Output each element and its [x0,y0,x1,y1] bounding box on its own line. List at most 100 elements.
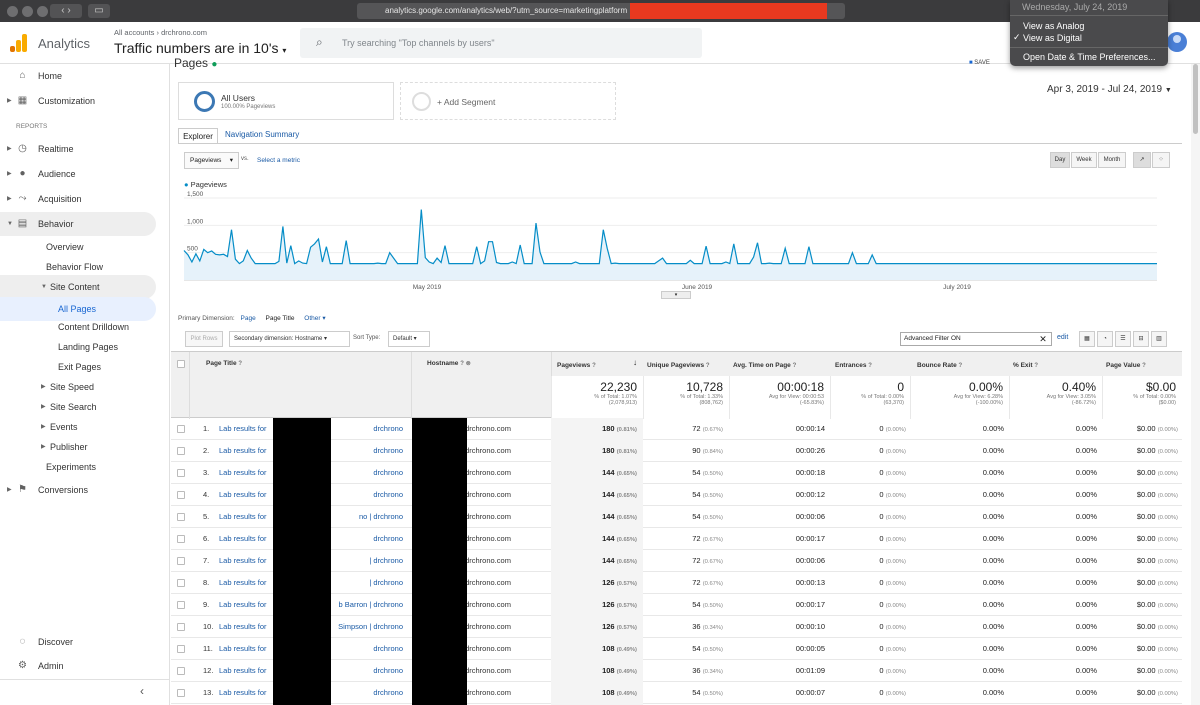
pie-view-icon[interactable]: ◔ [1097,331,1113,347]
header-page-title[interactable]: Page Title ? [206,358,242,370]
row-checkbox[interactable] [177,689,185,697]
page-title-suffix[interactable]: drchrono [373,440,403,462]
back-forward-buttons[interactable]: ‹ › [50,4,82,18]
sort-desc-icon[interactable]: ↓ [633,358,637,367]
row-checkbox[interactable] [177,557,185,565]
row-checkbox[interactable] [177,469,185,477]
comparison-view-icon[interactable]: ⊟ [1133,331,1149,347]
sidebar-item-site-content[interactable]: ▼ Site Content [0,275,156,299]
day-button[interactable]: Day [1050,152,1070,168]
select-metric-link[interactable]: Select a metric [257,157,300,164]
sidebar-item-customization[interactable]: ▶ ▦ Customization [0,89,170,113]
page-title-suffix[interactable]: drchrono [373,682,403,704]
sidebar-item-discover[interactable]: ◌ Discover [0,630,170,654]
page-title-link[interactable]: Lab results for [219,550,267,572]
sidebar-item-acquisition[interactable]: ▶ ⤳ Acquisition [0,187,170,211]
row-checkbox[interactable] [177,645,185,653]
search-box[interactable]: ⌕ Try searching "Top channels by users" [300,28,702,58]
motion-chart-icon[interactable]: ⁘ [1152,152,1170,168]
page-title-link[interactable]: Lab results for [219,660,267,682]
menu-item-analog[interactable]: View as Analog [1023,21,1084,31]
tab-explorer[interactable]: Explorer [178,128,218,144]
page-title-suffix[interactable]: no | drchrono [359,506,403,528]
header-unique-pageviews[interactable]: Unique Pageviews ? [647,360,710,372]
page-title-link[interactable]: Lab results for [219,418,267,440]
filter-input[interactable]: Advanced Filter ON [900,332,1052,346]
row-checkbox[interactable] [177,447,185,455]
header-hostname[interactable]: Hostname ? ⊗ [427,358,471,370]
date-range-picker[interactable]: Apr 3, 2019 - Jul 24, 2019 ▼ [1047,84,1172,95]
dimension-page-title[interactable]: Page Title [266,315,295,322]
performance-view-icon[interactable]: ☰ [1115,331,1131,347]
page-title-suffix[interactable]: | drchrono [369,572,403,594]
month-button[interactable]: Month [1098,152,1126,168]
row-checkbox[interactable] [177,535,185,543]
table-view-icon[interactable]: ▦ [1079,331,1095,347]
add-segment-button[interactable]: + Add Segment [400,82,616,120]
row-checkbox[interactable] [177,623,185,631]
page-title-link[interactable]: Lab results for [219,616,267,638]
metric-dropdown[interactable]: Pageviews ▾ [184,152,239,169]
header-bounce-rate[interactable]: Bounce Rate ? [917,360,962,372]
page-title-link[interactable]: Lab results for [219,484,267,506]
page-title-suffix[interactable]: drchrono [373,418,403,440]
week-button[interactable]: Week [1071,152,1097,168]
row-checkbox[interactable] [177,579,185,587]
sidebar-item-experiments[interactable]: Experiments [0,455,170,479]
search-input[interactable]: Try searching "Top channels by users" [342,38,495,48]
chart-collapse-handle[interactable]: ▾ [661,291,691,299]
sidebar-item-conversions[interactable]: ▶ ⚑ Conversions [0,478,170,502]
dimension-page[interactable]: Page [241,315,256,322]
page-title-link[interactable]: Lab results for [219,506,267,528]
sidebar-item-behavior[interactable]: ▼ ▤ Behavior [0,212,156,236]
header-avg-time[interactable]: Avg. Time on Page ? [733,360,796,372]
page-title-suffix[interactable]: b Barron | drchrono [339,594,403,616]
sidebar-toggle-icon[interactable]: ▭ [88,4,110,18]
row-checkbox[interactable] [177,425,185,433]
scrollbar-thumb[interactable] [1193,64,1198,134]
vertical-scrollbar[interactable] [1191,64,1200,705]
header-exit[interactable]: % Exit ? [1013,360,1038,372]
menu-item-datetime-prefs[interactable]: Open Date & Time Preferences... [1023,52,1156,62]
page-title-suffix[interactable]: drchrono [373,528,403,550]
page-title-link[interactable]: Lab results for [219,682,267,704]
property-selector[interactable]: Traffic numbers are in 10's ▾ [114,40,286,56]
breadcrumb[interactable]: All accounts › drchrono.com [114,28,207,37]
menu-item-digital[interactable]: View as Digital [1023,33,1082,43]
header-entrances[interactable]: Entrances ? [835,360,872,372]
tab-navigation-summary[interactable]: Navigation Summary [225,130,299,139]
header-page-value[interactable]: Page Value ? [1106,360,1146,372]
segment-all-users[interactable]: All Users 100.00% Pageviews [178,82,394,120]
page-title-suffix[interactable]: drchrono [373,484,403,506]
page-title-link[interactable]: Lab results for [219,594,267,616]
sidebar-item-audience[interactable]: ▶ ● Audience [0,162,170,186]
select-all-checkbox[interactable] [177,360,185,368]
plot-rows-button[interactable]: Plot Rows [185,331,223,347]
edit-filter-link[interactable]: edit [1057,334,1068,341]
sidebar-item-realtime[interactable]: ▶ ◷ Realtime [0,137,170,161]
clear-filter-icon[interactable]: ✕ [1034,332,1052,346]
close-window-button[interactable] [7,6,18,17]
page-title-link[interactable]: Lab results for [219,440,267,462]
row-checkbox[interactable] [177,667,185,675]
page-title-link[interactable]: Lab results for [219,572,267,594]
header-pageviews[interactable]: Pageviews ? [557,360,596,372]
collapse-sidebar-icon[interactable]: ‹ [140,684,144,698]
row-checkbox[interactable] [177,491,185,499]
page-title-suffix[interactable]: drchrono [373,462,403,484]
zoom-window-button[interactable] [37,6,48,17]
line-chart-icon[interactable]: ↗ [1133,152,1151,168]
page-title-suffix[interactable]: drchrono [373,638,403,660]
page-title-suffix[interactable]: Simpson | drchrono [338,616,403,638]
avatar[interactable] [1167,32,1187,52]
page-title-suffix[interactable]: | drchrono [369,550,403,572]
row-checkbox[interactable] [177,513,185,521]
minimize-window-button[interactable] [22,6,33,17]
page-title-link[interactable]: Lab results for [219,528,267,550]
sort-type-dropdown[interactable]: Default ▾ [388,331,430,347]
page-title-link[interactable]: Lab results for [219,462,267,484]
sidebar-item-home[interactable]: ⌂ Home [0,64,170,88]
row-checkbox[interactable] [177,601,185,609]
page-title-link[interactable]: Lab results for [219,638,267,660]
pivot-view-icon[interactable]: ▥ [1151,331,1167,347]
